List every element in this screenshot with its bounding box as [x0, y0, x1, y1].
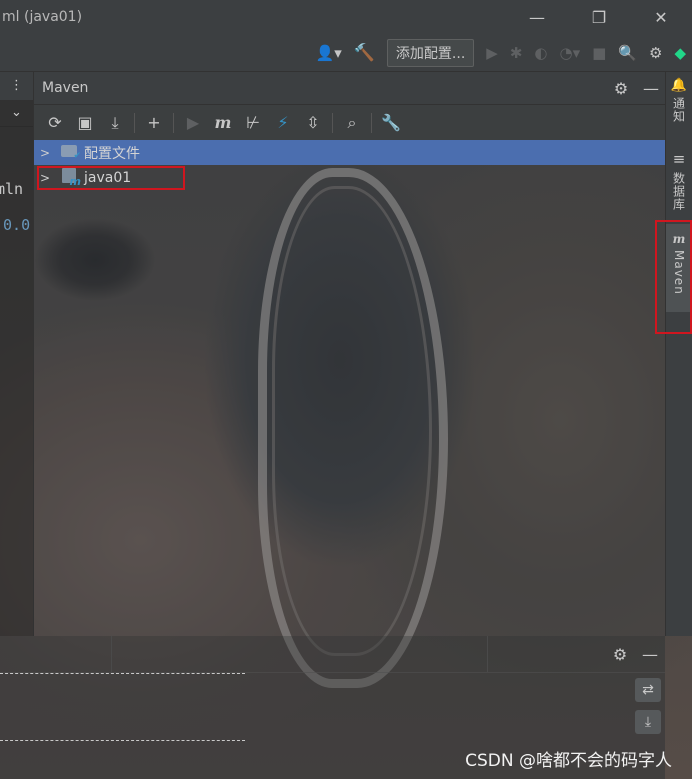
gear-icon[interactable]: ⚙: [606, 79, 636, 98]
notifications-tab[interactable]: 🔔 通知: [666, 78, 692, 123]
maven-tool-window: Maven ⚙ — ⟳ ▣ ⤓ + ▶ m ⊬ ⚡ ⇳ ⌕ 🔧 > 配置文件 >…: [33, 72, 666, 636]
hide-panel-icon[interactable]: —: [635, 645, 665, 664]
toolbar-divider: [332, 112, 333, 133]
maximize-icon[interactable]: ❐: [568, 8, 630, 27]
add-configuration-button[interactable]: 添加配置...: [386, 38, 475, 67]
tree-item-profiles[interactable]: > 配置文件: [34, 140, 666, 165]
output-separator: [0, 673, 245, 674]
highlight-box-java01: [37, 166, 185, 190]
gear-icon[interactable]: ⚙: [605, 645, 635, 664]
bottom-panel-header: ⚙ —: [0, 636, 665, 673]
maven-title: Maven: [42, 80, 89, 96]
editor-strip: ⋮ ⌄ mln .0.0: [0, 72, 33, 636]
database-icon: ≡: [672, 150, 686, 168]
run-maven-icon[interactable]: ▶: [178, 113, 208, 132]
maven-toolbar: ⟳ ▣ ⤓ + ▶ m ⊬ ⚡ ⇳ ⌕ 🔧: [34, 105, 666, 140]
notifications-label: 通知: [671, 97, 686, 123]
output-separator: [0, 740, 245, 741]
skip-tests-icon[interactable]: ⊬: [238, 113, 268, 132]
soft-wrap-icon[interactable]: ⇄: [635, 678, 661, 702]
add-icon[interactable]: +: [139, 113, 169, 132]
chevron-right-icon[interactable]: >: [40, 146, 58, 160]
close-icon[interactable]: ✕: [630, 8, 692, 27]
window-titlebar: ml (java01) — ❐ ✕: [0, 0, 692, 34]
toolbar-divider: [134, 112, 135, 133]
search-icon[interactable]: 🔍: [618, 44, 637, 62]
bottom-panel-section: [0, 636, 112, 672]
generate-sources-icon[interactable]: ▣: [70, 113, 100, 132]
highlight-box-maven-tab: [655, 220, 692, 334]
folder-config-icon: [58, 144, 81, 161]
coverage-icon[interactable]: ◐: [534, 44, 547, 62]
debug-icon[interactable]: ✱: [510, 44, 523, 62]
window-title: ml (java01): [2, 9, 83, 25]
menu-icon[interactable]: ⋮: [0, 72, 33, 100]
reload-icon[interactable]: ⟳: [40, 113, 70, 132]
download-icon[interactable]: ⤓: [100, 113, 130, 133]
toolbar-divider: [371, 112, 372, 133]
user-icon[interactable]: 👤▾: [316, 44, 342, 62]
bell-icon: 🔔: [670, 78, 688, 93]
toolbar-divider: [173, 112, 174, 133]
maven-header: Maven ⚙ —: [34, 72, 666, 105]
offline-mode-icon[interactable]: ⚡: [268, 113, 298, 132]
database-label: 数据库: [671, 172, 686, 211]
stop-icon[interactable]: ■: [592, 44, 606, 62]
build-icon[interactable]: 🔨: [354, 43, 375, 63]
bottom-panel-section: [112, 636, 488, 672]
minimize-icon[interactable]: —: [506, 8, 568, 27]
hide-panel-icon[interactable]: —: [636, 79, 666, 98]
wrench-icon[interactable]: 🔧: [376, 113, 406, 132]
tree-item-label: 配置文件: [84, 145, 140, 162]
code-fragment-1: mln: [0, 180, 24, 198]
code-fragment-2: .0.0: [0, 216, 31, 234]
collapse-all-icon[interactable]: ⇳: [298, 113, 328, 132]
settings-icon[interactable]: ⚙: [649, 44, 662, 62]
toolbox-icon[interactable]: ◆: [674, 44, 686, 62]
main-toolbar: 👤▾ 🔨 添加配置... ▶ ✱ ◐ ◔▾ ■ 🔍 ⚙ ◆: [0, 34, 692, 72]
scroll-to-end-icon[interactable]: ⤓: [635, 710, 661, 734]
analyze-dependencies-icon[interactable]: ⌕: [337, 113, 367, 133]
profile-icon[interactable]: ◔▾: [560, 44, 581, 62]
right-tool-stripe: 🔔 通知 ≡ 数据库 m Maven: [665, 72, 692, 636]
run-icon[interactable]: ▶: [486, 44, 498, 62]
execute-goal-icon[interactable]: m: [208, 113, 238, 132]
database-tab[interactable]: ≡ 数据库: [666, 150, 692, 211]
watermark-text: CSDN @啥都不会的码字人: [465, 751, 672, 771]
chevron-down-icon[interactable]: ⌄: [0, 100, 33, 127]
